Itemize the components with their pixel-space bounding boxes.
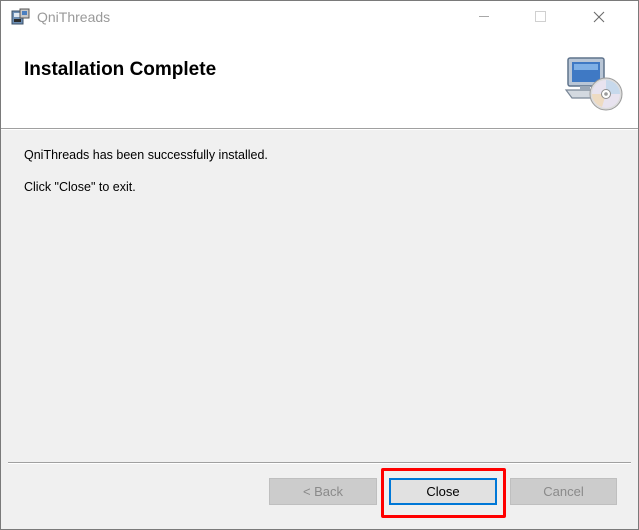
close-window-button[interactable] bbox=[576, 1, 622, 32]
maximize-icon bbox=[534, 11, 546, 22]
header-banner: Installation Complete bbox=[1, 32, 638, 128]
window-title: QniThreads bbox=[37, 9, 111, 25]
footer-divider-highlight bbox=[8, 463, 631, 464]
header-divider-highlight bbox=[1, 129, 638, 130]
maximize-button[interactable] bbox=[517, 1, 563, 32]
minimize-icon bbox=[479, 16, 489, 17]
back-button[interactable]: < Back bbox=[269, 478, 377, 505]
close-button-highlight bbox=[381, 468, 506, 518]
title-bar[interactable]: QniThreads bbox=[1, 1, 638, 32]
cancel-button[interactable]: Cancel bbox=[510, 478, 617, 505]
exit-instruction: Click "Close" to exit. bbox=[24, 180, 136, 194]
minimize-button[interactable] bbox=[461, 1, 507, 32]
page-title: Installation Complete bbox=[24, 59, 217, 80]
installer-app-icon bbox=[11, 8, 30, 25]
installer-window: QniThreads Installation Complete QniThre… bbox=[0, 0, 639, 530]
computer-cd-icon bbox=[564, 57, 623, 111]
success-message: QniThreads has been successfully install… bbox=[24, 148, 268, 162]
close-icon bbox=[593, 11, 605, 22]
